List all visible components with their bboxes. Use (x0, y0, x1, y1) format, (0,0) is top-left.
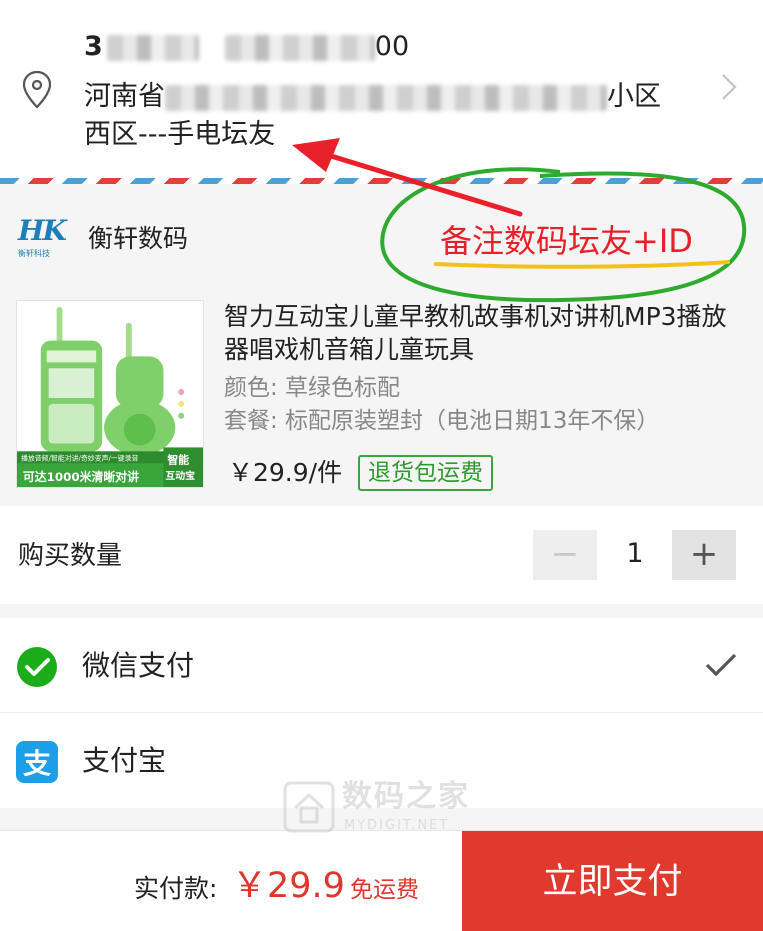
free-shipping-label: 免运费 (350, 877, 419, 903)
quantity-decrease-button[interactable]: − (533, 530, 597, 580)
address-community: 小区 (607, 81, 661, 112)
product-spec-package: 套餐: 标配原装塑封（电池日期13年不保） (224, 408, 660, 434)
svg-text:智能: 智能 (166, 452, 189, 466)
redacted-phone (224, 34, 375, 61)
checkmark-icon (705, 653, 737, 677)
pay-now-button[interactable]: 立即支付 (462, 831, 763, 931)
shop-logo-subtext: 衡轩科技 (18, 249, 50, 258)
svg-text:支: 支 (23, 747, 51, 780)
total-price: ￥29.9 (232, 866, 345, 906)
recipient-name: 3 (84, 31, 103, 62)
address-card[interactable]: 3 00 河南省 小区 西区---手电坛友 (0, 0, 763, 178)
annotation-note: 备注数码坛友+ID (440, 222, 693, 260)
address-line-2: 西区---手电坛友 (84, 119, 276, 150)
address-province: 河南省 (84, 81, 165, 112)
return-shipping-badge: 退货包运费 (358, 455, 493, 491)
product-thumbnail[interactable]: 播放音频/智能对讲/奇妙变声/一键录音 可达1000米清晰对讲 智能 互动宝 (16, 300, 204, 488)
recipient-name-phone: 3 00 (84, 30, 409, 64)
checkout-bar: 实付款: ￥29.9 免运费 立即支付 (0, 830, 763, 931)
product-image: 播放音频/智能对讲/奇妙变声/一键录音 可达1000米清晰对讲 智能 互动宝 (17, 301, 203, 487)
shop-name: 衡轩数码 (88, 224, 189, 253)
total-label: 实付款: (134, 874, 218, 903)
location-pin-icon (22, 70, 52, 109)
address-line-1: 河南省 小区 (84, 80, 661, 114)
quantity-value[interactable]: 1 (610, 536, 660, 572)
quantity-row: 购买数量 − 1 + (0, 506, 763, 604)
chevron-right-icon (722, 74, 737, 100)
shop-logo: HK 衡轩科技 (18, 216, 67, 262)
watermark-text-en: MYDIGIT.NET (344, 818, 450, 833)
wechat-pay-icon (17, 647, 57, 687)
quantity-label: 购买数量 (18, 541, 123, 571)
product-card[interactable]: 播放音频/智能对讲/奇妙变声/一键录音 可达1000米清晰对讲 智能 互动宝 智… (0, 278, 763, 506)
wechat-pay-label: 微信支付 (82, 649, 195, 682)
watermark-logo-icon (283, 781, 335, 833)
thumb-banner-big: 可达1000米清晰对讲 (23, 470, 139, 484)
shop-logo-mark: HK (18, 214, 67, 247)
redacted-address (165, 84, 607, 111)
product-spec-color: 颜色: 草绿色标配 (224, 375, 401, 401)
alipay-label: 支付宝 (82, 744, 167, 777)
product-price: ￥29.9/件 (228, 458, 343, 487)
phone-suffix: 00 (374, 31, 410, 62)
section-gap (0, 184, 763, 198)
watermark-text-cn: 数码之家 (342, 779, 470, 814)
quantity-increase-button[interactable]: + (672, 530, 736, 580)
site-watermark: 数码之家 MYDIGIT.NET (282, 776, 482, 838)
redacted-name (106, 34, 199, 61)
section-gap (0, 604, 763, 618)
product-title[interactable]: 智力互动宝儿童早教机故事机对讲机MP3播放器唱戏机音箱儿童玩具 (224, 300, 744, 366)
payment-option-wechat[interactable]: 微信支付 (0, 618, 763, 713)
svg-text:互动宝: 互动宝 (165, 469, 195, 482)
thumb-banner-small: 播放音频/智能对讲/奇妙变声/一键录音 (21, 453, 139, 462)
alipay-icon: 支 (16, 741, 58, 783)
